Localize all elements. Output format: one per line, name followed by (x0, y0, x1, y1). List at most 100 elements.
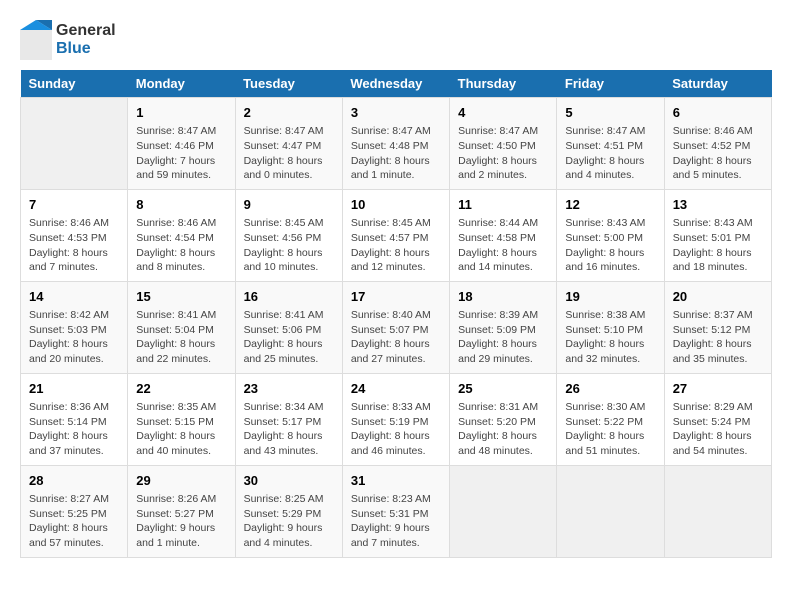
calendar-cell: 13 Sunrise: 8:43 AMSunset: 5:01 PMDayligh… (664, 189, 771, 281)
day-info: Sunrise: 8:36 AMSunset: 5:14 PMDaylight:… (29, 400, 119, 459)
calendar-cell: 9 Sunrise: 8:45 AMSunset: 4:56 PMDaylight… (235, 189, 342, 281)
calendar-cell: 28 Sunrise: 8:27 AMSunset: 5:25 PMDayligh… (21, 465, 128, 557)
day-info: Sunrise: 8:47 AMSunset: 4:50 PMDaylight:… (458, 124, 548, 183)
calendar-cell: 2Sunrise: 8:47 AMSunset: 4:47 PMDaylight… (235, 98, 342, 190)
day-info: Sunrise: 8:29 AMSunset: 5:24 PMDaylight:… (673, 400, 763, 459)
day-info: Sunrise: 8:37 AMSunset: 5:12 PMDaylight:… (673, 308, 763, 367)
calendar-cell: 16 Sunrise: 8:41 AMSunset: 5:06 PMDayligh… (235, 281, 342, 373)
day-number: 4 (458, 104, 548, 122)
day-number: 1 (136, 104, 226, 122)
day-number: 3 (351, 104, 441, 122)
calendar-cell: 17 Sunrise: 8:40 AMSunset: 5:07 PMDayligh… (342, 281, 449, 373)
col-header-monday: Monday (128, 70, 235, 98)
day-info: Sunrise: 8:33 AMSunset: 5:19 PMDaylight:… (351, 400, 441, 459)
day-number: 20 (673, 288, 763, 306)
calendar-cell (450, 465, 557, 557)
calendar-cell: 31 Sunrise: 8:23 AMSunset: 5:31 PMDayligh… (342, 465, 449, 557)
calendar-cell: 18Sunrise: 8:39 AMSunset: 5:09 PMDayligh… (450, 281, 557, 373)
calendar-cell: 15Sunrise: 8:41 AMSunset: 5:04 PMDayligh… (128, 281, 235, 373)
day-number: 17 (351, 288, 441, 306)
day-number: 5 (565, 104, 655, 122)
logo-icon (20, 20, 52, 60)
day-number: 13 (673, 196, 763, 214)
calendar-cell: 14Sunrise: 8:42 AMSunset: 5:03 PMDayligh… (21, 281, 128, 373)
day-info: Sunrise: 8:43 AMSunset: 5:01 PMDaylight:… (673, 216, 763, 275)
calendar-table: SundayMondayTuesdayWednesdayThursdayFrid… (20, 70, 772, 558)
page-header: GeneralBlue (20, 20, 772, 60)
day-info: Sunrise: 8:31 AMSunset: 5:20 PMDaylight:… (458, 400, 548, 459)
day-info: Sunrise: 8:40 AMSunset: 5:07 PMDaylight:… (351, 308, 441, 367)
day-info: Sunrise: 8:46 AMSunset: 4:52 PMDaylight:… (673, 124, 763, 183)
day-info: Sunrise: 8:23 AMSunset: 5:31 PMDaylight:… (351, 492, 441, 551)
week-row-5: 28 Sunrise: 8:27 AMSunset: 5:25 PMDayligh… (21, 465, 772, 557)
week-row-2: 7 Sunrise: 8:46 AMSunset: 4:53 PMDaylight… (21, 189, 772, 281)
col-header-sunday: Sunday (21, 70, 128, 98)
day-info: Sunrise: 8:38 AMSunset: 5:10 PMDaylight:… (565, 308, 655, 367)
calendar-cell: 4 Sunrise: 8:47 AMSunset: 4:50 PMDaylight… (450, 98, 557, 190)
day-info: Sunrise: 8:46 AMSunset: 4:53 PMDaylight:… (29, 216, 119, 275)
calendar-cell (557, 465, 664, 557)
calendar-cell: 5 Sunrise: 8:47 AMSunset: 4:51 PMDaylight… (557, 98, 664, 190)
week-row-4: 21 Sunrise: 8:36 AMSunset: 5:14 PMDayligh… (21, 373, 772, 465)
calendar-cell: 1Sunrise: 8:47 AMSunset: 4:46 PMDaylight… (128, 98, 235, 190)
calendar-cell: 25Sunrise: 8:31 AMSunset: 5:20 PMDayligh… (450, 373, 557, 465)
col-header-saturday: Saturday (664, 70, 771, 98)
day-number: 28 (29, 472, 119, 490)
calendar-cell: 29Sunrise: 8:26 AMSunset: 5:27 PMDayligh… (128, 465, 235, 557)
day-number: 31 (351, 472, 441, 490)
logo-text: GeneralBlue (56, 22, 116, 58)
day-number: 7 (29, 196, 119, 214)
day-info: Sunrise: 8:41 AMSunset: 5:04 PMDaylight:… (136, 308, 226, 367)
day-info: Sunrise: 8:47 AMSunset: 4:51 PMDaylight:… (565, 124, 655, 183)
day-info: Sunrise: 8:42 AMSunset: 5:03 PMDaylight:… (29, 308, 119, 367)
calendar-cell: 6 Sunrise: 8:46 AMSunset: 4:52 PMDaylight… (664, 98, 771, 190)
day-number: 22 (136, 380, 226, 398)
calendar-cell: 30 Sunrise: 8:25 AMSunset: 5:29 PMDayligh… (235, 465, 342, 557)
day-info: Sunrise: 8:25 AMSunset: 5:29 PMDaylight:… (244, 492, 334, 551)
day-number: 10 (351, 196, 441, 214)
day-number: 6 (673, 104, 763, 122)
col-header-tuesday: Tuesday (235, 70, 342, 98)
day-number: 21 (29, 380, 119, 398)
day-number: 30 (244, 472, 334, 490)
col-header-thursday: Thursday (450, 70, 557, 98)
week-row-1: 1Sunrise: 8:47 AMSunset: 4:46 PMDaylight… (21, 98, 772, 190)
calendar-cell: 26 Sunrise: 8:30 AMSunset: 5:22 PMDayligh… (557, 373, 664, 465)
day-info: Sunrise: 8:46 AMSunset: 4:54 PMDaylight:… (136, 216, 226, 275)
day-info: Sunrise: 8:47 AMSunset: 4:48 PMDaylight:… (351, 124, 441, 183)
day-info: Sunrise: 8:45 AMSunset: 4:56 PMDaylight:… (244, 216, 334, 275)
calendar-cell: 22Sunrise: 8:35 AMSunset: 5:15 PMDayligh… (128, 373, 235, 465)
day-info: Sunrise: 8:43 AMSunset: 5:00 PMDaylight:… (565, 216, 655, 275)
calendar-cell: 27 Sunrise: 8:29 AMSunset: 5:24 PMDayligh… (664, 373, 771, 465)
calendar-cell: 8Sunrise: 8:46 AMSunset: 4:54 PMDaylight… (128, 189, 235, 281)
day-number: 11 (458, 196, 548, 214)
day-number: 19 (565, 288, 655, 306)
day-info: Sunrise: 8:26 AMSunset: 5:27 PMDaylight:… (136, 492, 226, 551)
calendar-cell: 21 Sunrise: 8:36 AMSunset: 5:14 PMDayligh… (21, 373, 128, 465)
calendar-cell: 12Sunrise: 8:43 AMSunset: 5:00 PMDayligh… (557, 189, 664, 281)
calendar-cell (21, 98, 128, 190)
day-number: 24 (351, 380, 441, 398)
day-info: Sunrise: 8:27 AMSunset: 5:25 PMDaylight:… (29, 492, 119, 551)
calendar-cell (664, 465, 771, 557)
day-number: 27 (673, 380, 763, 398)
day-number: 9 (244, 196, 334, 214)
week-row-3: 14Sunrise: 8:42 AMSunset: 5:03 PMDayligh… (21, 281, 772, 373)
col-header-wednesday: Wednesday (342, 70, 449, 98)
day-number: 18 (458, 288, 548, 306)
calendar-cell: 3 Sunrise: 8:47 AMSunset: 4:48 PMDaylight… (342, 98, 449, 190)
logo: GeneralBlue (20, 20, 116, 60)
calendar-cell: 11 Sunrise: 8:44 AMSunset: 4:58 PMDayligh… (450, 189, 557, 281)
day-info: Sunrise: 8:45 AMSunset: 4:57 PMDaylight:… (351, 216, 441, 275)
day-number: 26 (565, 380, 655, 398)
logo-blue: Blue (56, 40, 91, 57)
day-info: Sunrise: 8:41 AMSunset: 5:06 PMDaylight:… (244, 308, 334, 367)
day-info: Sunrise: 8:47 AMSunset: 4:47 PMDaylight:… (244, 124, 334, 183)
day-info: Sunrise: 8:30 AMSunset: 5:22 PMDaylight:… (565, 400, 655, 459)
calendar-cell: 7 Sunrise: 8:46 AMSunset: 4:53 PMDaylight… (21, 189, 128, 281)
day-number: 16 (244, 288, 334, 306)
calendar-cell: 10 Sunrise: 8:45 AMSunset: 4:57 PMDayligh… (342, 189, 449, 281)
logo-general: General (56, 22, 116, 39)
day-info: Sunrise: 8:44 AMSunset: 4:58 PMDaylight:… (458, 216, 548, 275)
day-info: Sunrise: 8:34 AMSunset: 5:17 PMDaylight:… (244, 400, 334, 459)
